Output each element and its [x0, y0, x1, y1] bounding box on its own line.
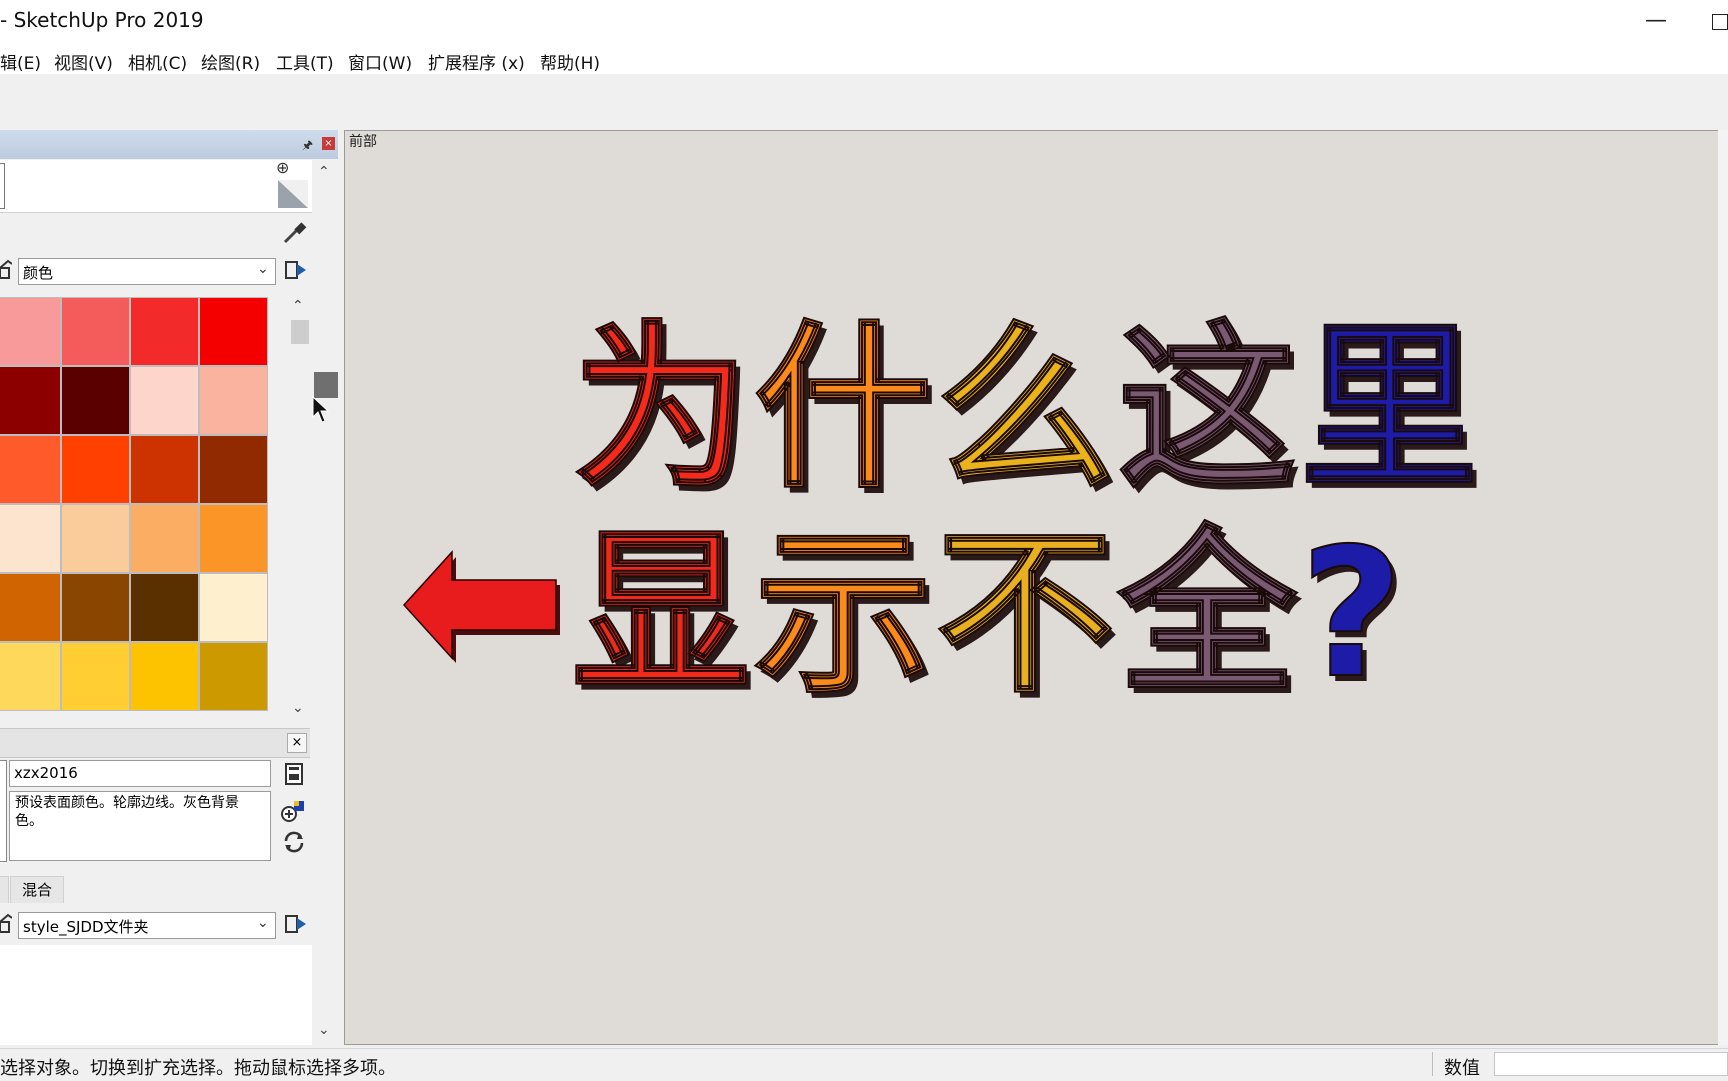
swatch-scroll-thumb[interactable]: [291, 320, 309, 344]
chevron-down-icon[interactable]: ⌄: [318, 1022, 330, 1038]
chevron-up-icon[interactable]: ⌃: [292, 298, 304, 314]
menu-extensions[interactable]: 扩展程序 (x): [428, 49, 525, 74]
style-list-area: [0, 945, 312, 1045]
create-style-icon[interactable]: [280, 798, 306, 824]
status-separator: [1432, 1052, 1433, 1076]
scene-view-label: 前部: [349, 134, 377, 150]
home-icon[interactable]: [0, 912, 12, 934]
chevron-down-icon[interactable]: ⌄: [257, 261, 269, 277]
material-swatch[interactable]: [130, 297, 199, 366]
menu-draw[interactable]: 绘图(R): [201, 49, 260, 74]
scene-3d-text: 为为 什什 么么 这这 里里 显显 示示 不不 全全??: [402, 304, 1483, 723]
details-menu-icon[interactable]: [284, 912, 308, 936]
pin-icon[interactable]: 🖈: [302, 136, 313, 157]
tray-scroll-thumb[interactable]: [314, 372, 338, 398]
style-collection-value: style_SJDD文件夹: [23, 918, 149, 936]
material-preview-swatch: [0, 163, 5, 209]
menu-bar: 辑(E) 视图(V) 相机(C) 绘图(R) 工具(T) 窗口(W) 扩展程序 …: [0, 44, 1728, 74]
headline-char: 为: [572, 305, 750, 512]
menu-edit[interactable]: 辑(E): [0, 49, 41, 74]
tab-select[interactable]: [0, 876, 9, 903]
material-collection-select[interactable]: [18, 258, 276, 285]
measurements-input[interactable]: [1494, 1052, 1728, 1076]
styles-section-header: [0, 728, 310, 758]
swatch-scrollbar[interactable]: [288, 297, 310, 723]
material-swatch[interactable]: [130, 435, 199, 504]
tray-close-button[interactable]: ×: [322, 137, 335, 150]
headline-char: 示: [754, 510, 932, 717]
headline-char: 这: [1118, 305, 1296, 512]
material-swatch[interactable]: [199, 573, 268, 642]
menu-help[interactable]: 帮助(H): [540, 49, 600, 74]
mouse-cursor-icon: [312, 396, 330, 423]
material-swatch[interactable]: [199, 435, 268, 504]
material-swatch[interactable]: [130, 504, 199, 573]
material-swatch[interactable]: [199, 504, 268, 573]
headline-char: 么: [936, 305, 1114, 512]
material-swatch[interactable]: [199, 642, 268, 711]
material-swatch[interactable]: [0, 366, 61, 435]
material-swatch[interactable]: [130, 573, 199, 642]
measurements-label: 数值: [1444, 1058, 1480, 1079]
material-swatch[interactable]: [0, 435, 61, 504]
material-swatch[interactable]: [0, 504, 61, 573]
material-swatch[interactable]: [0, 642, 61, 711]
headline-char: ?: [1300, 510, 1403, 717]
headline-char: 不: [936, 510, 1114, 717]
material-swatch-grid: [0, 297, 288, 723]
create-material-icon[interactable]: ⊕: [276, 158, 304, 177]
tray-header: [0, 130, 338, 159]
material-swatch[interactable]: [0, 573, 61, 642]
window-title: - SketchUp Pro 2019: [0, 8, 204, 32]
menu-camera[interactable]: 相机(C): [128, 49, 187, 74]
headline-char: 什: [754, 305, 932, 512]
menu-tools[interactable]: 工具(T): [276, 49, 334, 74]
chevron-up-icon[interactable]: ⌃: [318, 164, 330, 180]
material-swatch[interactable]: [199, 297, 268, 366]
material-swatch[interactable]: [61, 642, 130, 711]
material-swatch[interactable]: [130, 642, 199, 711]
style-name-field[interactable]: xzx2016: [9, 760, 271, 787]
material-swatch[interactable]: [130, 366, 199, 435]
material-swatch[interactable]: [199, 366, 268, 435]
home-icon[interactable]: [0, 258, 12, 280]
material-collection-value: 颜色: [23, 264, 54, 282]
style-thumbnail: [0, 760, 7, 862]
maximize-button[interactable]: [1712, 14, 1728, 30]
refresh-icon[interactable]: [282, 830, 306, 854]
update-style-icon[interactable]: [285, 762, 303, 786]
eyedropper-icon[interactable]: [281, 220, 307, 246]
material-swatch[interactable]: [61, 573, 130, 642]
chevron-down-icon[interactable]: ⌄: [292, 700, 304, 716]
left-arrow-shape: [402, 550, 560, 663]
status-hint: 选择对象。切换到扩充选择。拖动鼠标选择多项。: [0, 1058, 396, 1079]
details-menu-icon[interactable]: [284, 258, 308, 282]
headline-char: 全: [1117, 510, 1297, 717]
style-description-field[interactable]: 预设表面颜色。轮廓边线。灰色背景色。: [9, 791, 271, 861]
minimize-button[interactable]: —: [1643, 6, 1669, 36]
title-bar: [0, 0, 1728, 44]
material-swatch[interactable]: [61, 297, 130, 366]
display-secondary-icon[interactable]: [276, 178, 310, 210]
material-preview-area: [0, 160, 312, 213]
material-swatch[interactable]: [61, 435, 130, 504]
menu-window[interactable]: 窗口(W): [348, 49, 412, 74]
toolbar-area: [0, 74, 1728, 130]
tray-scrollbar[interactable]: [314, 160, 338, 1045]
material-swatch[interactable]: [61, 504, 130, 573]
headline-char: 里: [1300, 305, 1478, 512]
menu-view[interactable]: 视图(V): [54, 49, 113, 74]
styles-close-button[interactable]: ×: [287, 733, 307, 753]
tab-mix[interactable]: 混合: [10, 876, 64, 903]
material-swatch[interactable]: [61, 366, 130, 435]
material-swatch[interactable]: [0, 297, 61, 366]
chevron-down-icon[interactable]: ⌄: [257, 915, 269, 931]
headline-char: 显: [572, 510, 750, 717]
